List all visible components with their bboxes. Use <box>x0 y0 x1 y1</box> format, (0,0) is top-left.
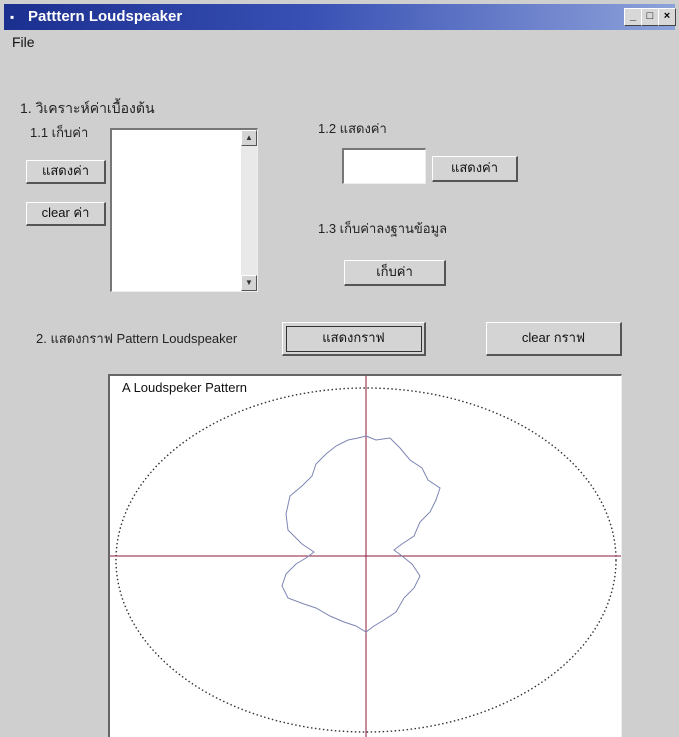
app-window: ▪ Patttern Loudspeaker _ □ × File 1. วิเ… <box>0 0 679 737</box>
show-value-button[interactable]: แสดงค่า <box>432 156 518 182</box>
app-icon: ▪ <box>10 10 15 24</box>
close-button[interactable]: × <box>658 8 676 26</box>
scroll-up-icon[interactable]: ▲ <box>241 130 257 146</box>
loudspeaker-pattern <box>281 435 441 633</box>
database-label: 1.3 เก็บค่าลงฐานข้อมูล <box>318 221 448 236</box>
show-graph-button[interactable]: แสดงกราฟ <box>282 322 426 356</box>
graph-section-label: 2. แสดงกราฟ Pattern Loudspeaker <box>36 331 238 346</box>
menu-file[interactable]: File <box>12 34 35 50</box>
value-textbox[interactable] <box>342 148 426 184</box>
menu-bar: File <box>4 32 675 52</box>
clear-values-button[interactable]: clear ค่า <box>26 202 106 226</box>
collect-label: 1.1 เก็บค่า <box>30 125 89 140</box>
listbox-scrollbar[interactable]: ▲ ▼ <box>241 130 257 291</box>
scroll-down-icon[interactable]: ▼ <box>241 275 257 291</box>
display-label: 1.2 แสดงค่า <box>318 121 387 136</box>
window-title: Patttern Loudspeaker <box>28 8 183 25</box>
clear-graph-button[interactable]: clear กราฟ <box>486 322 622 356</box>
store-button[interactable]: เก็บค่า <box>344 260 446 286</box>
show-values-button[interactable]: แสดงค่า <box>26 160 106 184</box>
pattern-plot: A Loudspeker Pattern <box>108 374 622 737</box>
section1-heading: 1. วิเคราะห์ค่าเบื้องต้น <box>20 100 155 116</box>
maximize-button[interactable]: □ <box>641 8 659 26</box>
minimize-button[interactable]: _ <box>624 8 642 26</box>
plot-canvas <box>110 376 621 737</box>
title-bar[interactable]: ▪ Patttern Loudspeaker _ □ × <box>4 4 676 30</box>
values-listbox[interactable]: ▲ ▼ <box>110 128 258 292</box>
